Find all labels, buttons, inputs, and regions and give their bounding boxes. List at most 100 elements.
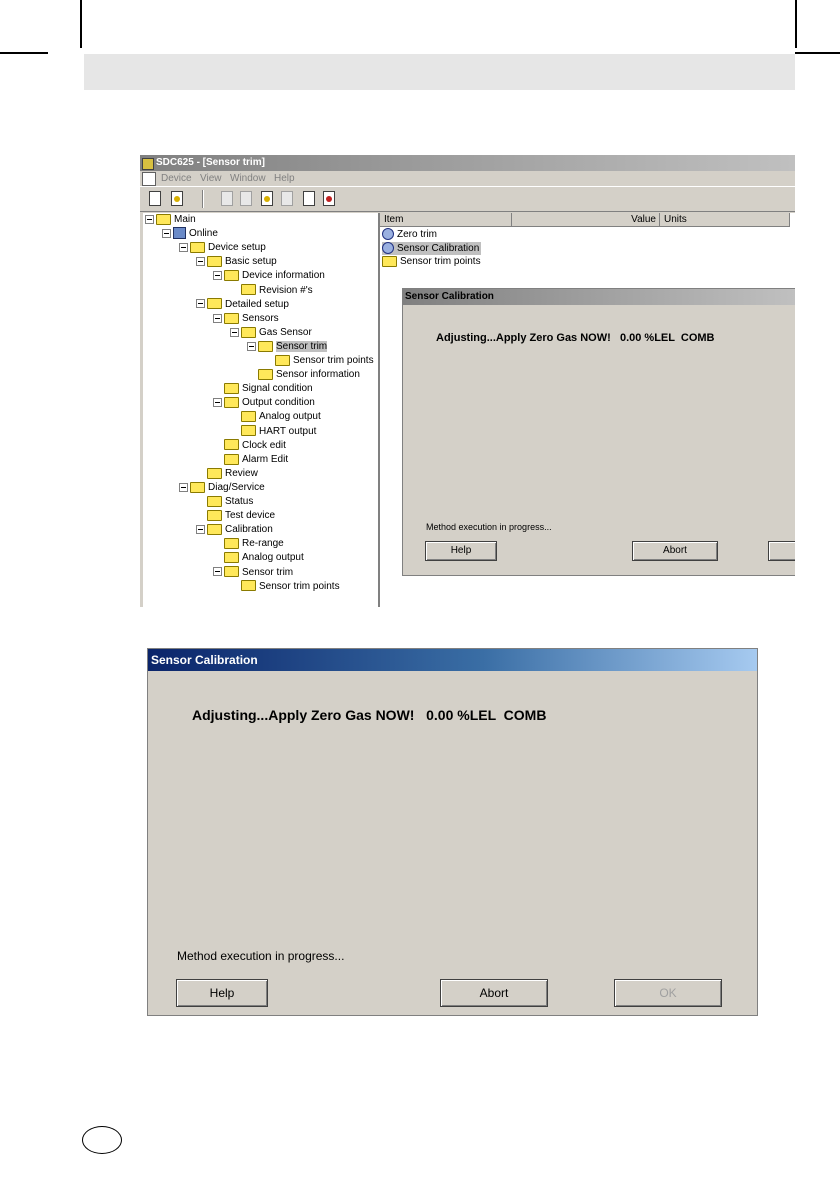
window-title: SDC625 - [Sensor trim] [156,157,265,168]
folder-icon [224,538,239,550]
tree-view: Main Online Device setup Basic setup Device … [143,213,380,607]
help-button[interactable]: Help [176,979,268,1007]
folder-icon [382,255,397,267]
folder-icon [207,467,222,479]
dialog-titlebar: Sensor Calibration [403,289,795,305]
collapse-toggle-icon[interactable] [179,482,188,492]
upload-icon[interactable] [258,190,274,206]
collapse-toggle-icon[interactable] [145,214,154,224]
tree-item[interactable]: Online [162,227,218,240]
sensor-calibration-dialog: Sensor Calibration Adjusting...Apply Zer… [147,648,758,1016]
list-item[interactable]: Zero trim [382,228,437,241]
tree-item[interactable]: Detailed setup [196,298,289,311]
menu-window[interactable]: Window [230,173,266,184]
tree-item-label: HART output [259,425,317,437]
tree-item[interactable]: Status [196,495,253,508]
folder-icon [224,439,239,451]
abort-button[interactable]: Abort [440,979,548,1007]
tree-item-label: Sensor trim [242,566,294,578]
print-icon[interactable] [278,190,294,206]
tree-item-label: Status [225,496,254,507]
menu-device[interactable]: Device [161,173,192,184]
menu-view[interactable]: View [200,173,222,184]
tree-item[interactable]: Sensor information [247,368,360,381]
tree-item[interactable]: Sensors [213,312,279,325]
tree-item[interactable]: Revision #'s [230,284,313,297]
tree-item[interactable]: Output condition [213,396,315,409]
tree-item[interactable]: Device information [213,269,325,282]
tree-item[interactable]: Clock edit [213,439,286,452]
column-units[interactable]: Units [660,213,790,227]
folder-icon [207,524,222,536]
new-document-icon[interactable] [146,190,162,206]
tree-item[interactable]: Sensor trim [247,340,328,353]
folder-icon [258,368,273,380]
folder-icon [207,256,222,268]
collapse-toggle-icon[interactable] [179,243,188,253]
tree-item[interactable]: Sensor trim [213,566,293,579]
folder-icon [190,481,205,493]
tree-item[interactable]: Basic setup [196,255,277,268]
list-item[interactable]: Sensor Calibration [382,242,482,255]
column-value[interactable]: Value [512,213,660,227]
tree-item[interactable]: Analog output [213,551,304,564]
paste-icon[interactable] [237,190,253,206]
collapse-toggle-icon[interactable] [213,271,222,281]
folder-icon [156,213,171,225]
tree-item-label: Device information [242,270,325,282]
crop-mark-top-right [795,52,840,54]
collapse-toggle-icon[interactable] [213,567,222,577]
tree-item-label: Detailed setup [225,298,289,310]
collapse-toggle-icon[interactable] [230,327,239,337]
tree-item[interactable]: Gas Sensor [230,326,312,339]
tree-item[interactable]: Re-range [213,537,284,550]
folder-icon [224,312,239,324]
collapse-toggle-icon[interactable] [196,525,205,535]
menu-help[interactable]: Help [274,173,295,184]
column-item[interactable]: Item [380,213,512,227]
collapse-toggle-icon[interactable] [247,341,256,351]
method-icon [382,242,394,255]
tree-item[interactable]: Device setup [179,241,266,254]
tree-item-label: Basic setup [225,256,277,268]
abort-button[interactable]: Abort [632,541,718,561]
tree-item-label: Review [225,467,258,479]
collapse-toggle-icon[interactable] [196,257,205,267]
stop-icon[interactable] [320,190,336,206]
folder-icon [241,580,256,592]
tree-item[interactable]: Alarm Edit [213,453,288,466]
sdc625-window: SDC625 - [Sensor trim] Device View Windo… [140,155,795,607]
refresh-icon[interactable] [168,190,184,206]
tree-item-label: Analog output [242,552,304,564]
tree-item-label: Diag/Service [208,481,265,493]
tree-item[interactable]: Diag/Service [179,481,265,494]
collapse-toggle-icon[interactable] [213,398,222,408]
tree-item[interactable]: Review [196,467,258,480]
tree-item[interactable]: Sensor trim points [264,354,374,367]
tree-item-label: Signal condition [242,383,313,395]
folder-icon [241,425,256,437]
tree-item[interactable]: HART output [230,425,316,438]
collapse-toggle-icon[interactable] [162,228,171,238]
download-icon[interactable] [300,190,316,206]
tree-item[interactable]: Test device [196,509,275,522]
tree-item-label: Revision #'s [259,284,313,296]
tree-item[interactable]: Sensor trim points [230,580,340,593]
ok-button[interactable]: OK [614,979,722,1007]
tree-item[interactable]: Calibration [196,523,273,536]
tree-item[interactable]: Signal condition [213,382,313,395]
tree-item[interactable]: Analog output [230,410,321,423]
ok-button[interactable] [768,541,795,561]
tree-item[interactable]: Main [145,213,196,226]
copy-icon[interactable] [218,190,234,206]
menubar: Device View Window Help [140,171,795,186]
list-item[interactable]: Sensor trim points [382,255,481,268]
app-icon [142,158,154,170]
crop-mark-top-left [0,52,48,54]
help-button[interactable]: Help [425,541,497,561]
method-icon [382,228,394,241]
collapse-toggle-icon[interactable] [196,299,205,309]
document-icon[interactable] [142,172,156,186]
folder-icon [207,495,222,507]
collapse-toggle-icon[interactable] [213,313,222,323]
